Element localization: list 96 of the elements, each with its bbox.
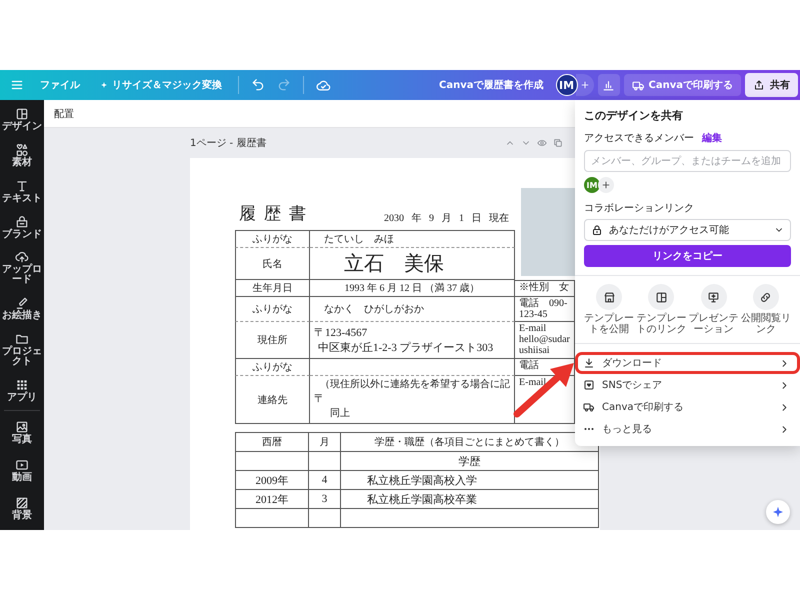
table-cell: 私立桃丘学園高校卒業 [341,490,599,509]
table-cell: 氏名 [235,248,310,280]
duplicate-page-button[interactable] [552,137,564,149]
sidebar-item[interactable]: デザイン [0,106,44,134]
cloud-upload-icon [15,250,29,264]
section-label: コラボレーションリンク [584,202,695,215]
table-cell: 連絡先 [235,376,310,424]
sidebar-item[interactable]: お絵描き [0,295,44,322]
link-icon [752,284,779,310]
storefront-icon [596,284,622,310]
hide-page-button[interactable] [536,137,548,149]
shapes-icon [15,143,29,158]
sidebar-item[interactable]: 素材 [0,142,44,170]
copy-icon [553,138,563,148]
sidebar-item[interactable]: プロジェクト [0,330,44,368]
table-cell: 4 [309,471,341,490]
postal-mark: 〒 [314,392,325,406]
text-icon [15,178,29,193]
plus-icon [601,180,611,190]
postal-code: 〒123-4567 [314,326,368,340]
play-icon [15,458,29,472]
table-cell: ふりがな [235,297,310,322]
hatch-icon [15,496,29,510]
menu-item[interactable]: Canvaで印刷する [575,396,800,418]
table-cell [309,509,341,528]
share-button[interactable]: 共有 [745,73,798,97]
share-icon [753,79,765,91]
table-cell: なかく ひがしがおか [310,297,515,322]
access-dropdown[interactable]: あなただけがアクセス可能 [584,219,791,241]
sidebar-item[interactable]: アプリ [0,376,44,404]
insights-button[interactable] [598,74,620,96]
undo-icon [251,78,265,92]
sidebar-item[interactable]: 動画 [0,457,44,484]
table-cell: ふりがな [235,230,310,248]
sidebar-item[interactable]: 背景 [0,495,44,522]
table-cell: 私立桃丘学園高校入学 [341,471,599,490]
chart-icon [602,78,616,92]
table-cell: 1993 年 6 月 12 日 （満 37 歳） [310,280,515,297]
section-label: アクセスできるメンバー [584,132,694,145]
table-cell: 3 [309,490,341,509]
image-icon [15,420,29,434]
sidebar-item[interactable]: 写真 [0,418,44,446]
table-cell: 現住所 [235,322,310,359]
resume-title: 履歴書 [239,203,314,225]
panel-title: このデザインを共有 [584,108,684,123]
copy-link-button[interactable]: リンクをコピー [584,245,791,267]
avatar[interactable]: IM [584,177,600,193]
address-text: 中区東が丘1-2-3 プラザイースト303 [317,340,494,355]
share-option[interactable]: テンプレートのリンク [636,284,686,335]
add-member-button[interactable] [576,74,594,96]
position-button[interactable]: 配置 [50,104,78,122]
member-input-field[interactable]: メンバー、グループ、またはチームを追加 [584,150,791,172]
share-option[interactable]: テンプレートを公開 [584,284,634,335]
menu-icon [10,78,24,92]
table-cell: 2012年 [236,490,309,509]
sidebar-item[interactable]: テキスト [0,178,44,205]
grid-icon [15,378,29,392]
download-icon [583,357,595,369]
table-cell: 2009年 [236,471,309,490]
table-cell: 立石 美保 [310,248,515,280]
print-button[interactable]: Canvaで印刷する [624,74,741,96]
lock-icon [591,224,603,236]
add-member-button[interactable] [598,177,614,193]
share-option[interactable]: プレゼンテーション [688,284,739,335]
note-text: （現住所以外に連絡先を希望する場合に記 [320,378,510,391]
pencil-icon [15,296,29,310]
table-cell: 学歴 [341,452,599,471]
column-header: 西暦 [236,433,309,452]
share-option[interactable]: 公開閲覧リンク [740,284,791,335]
create-design-link[interactable]: Canvaで履歴書を作成 [431,74,552,96]
truck-icon [583,401,595,413]
sparkle-icon [100,81,108,89]
table-cell: 生年月日 [235,280,310,297]
column-header: 月 [309,433,341,452]
sidebar-item[interactable]: アップロード [0,249,44,286]
menu-item[interactable]: SNSでシェア [575,374,800,396]
sparkle-icon [771,505,785,519]
sidebar-item[interactable]: ブランド [0,214,44,241]
page-title: 1ページ - 履歴書 [190,136,266,150]
bag-icon [15,214,29,229]
cloud-check-icon [316,78,331,92]
eye-icon [537,138,547,148]
resume-date: 2030 年 9 月 1 日 現在 [384,212,509,225]
table-cell [309,452,341,471]
layout-icon [15,107,29,122]
presentation-icon [700,284,727,310]
plus-icon [580,80,590,90]
table-cell: たていし みほ [310,230,515,248]
layout-icon [648,284,674,310]
table-cell: ふりがな [235,359,310,376]
address-text: 同上 [329,406,350,420]
avatar[interactable]: IM [556,74,578,96]
redo-icon [277,78,291,92]
menu-item[interactable]: ダウンロード [575,352,800,374]
edit-link[interactable]: 編集 [702,131,722,145]
truck-icon [632,78,645,92]
